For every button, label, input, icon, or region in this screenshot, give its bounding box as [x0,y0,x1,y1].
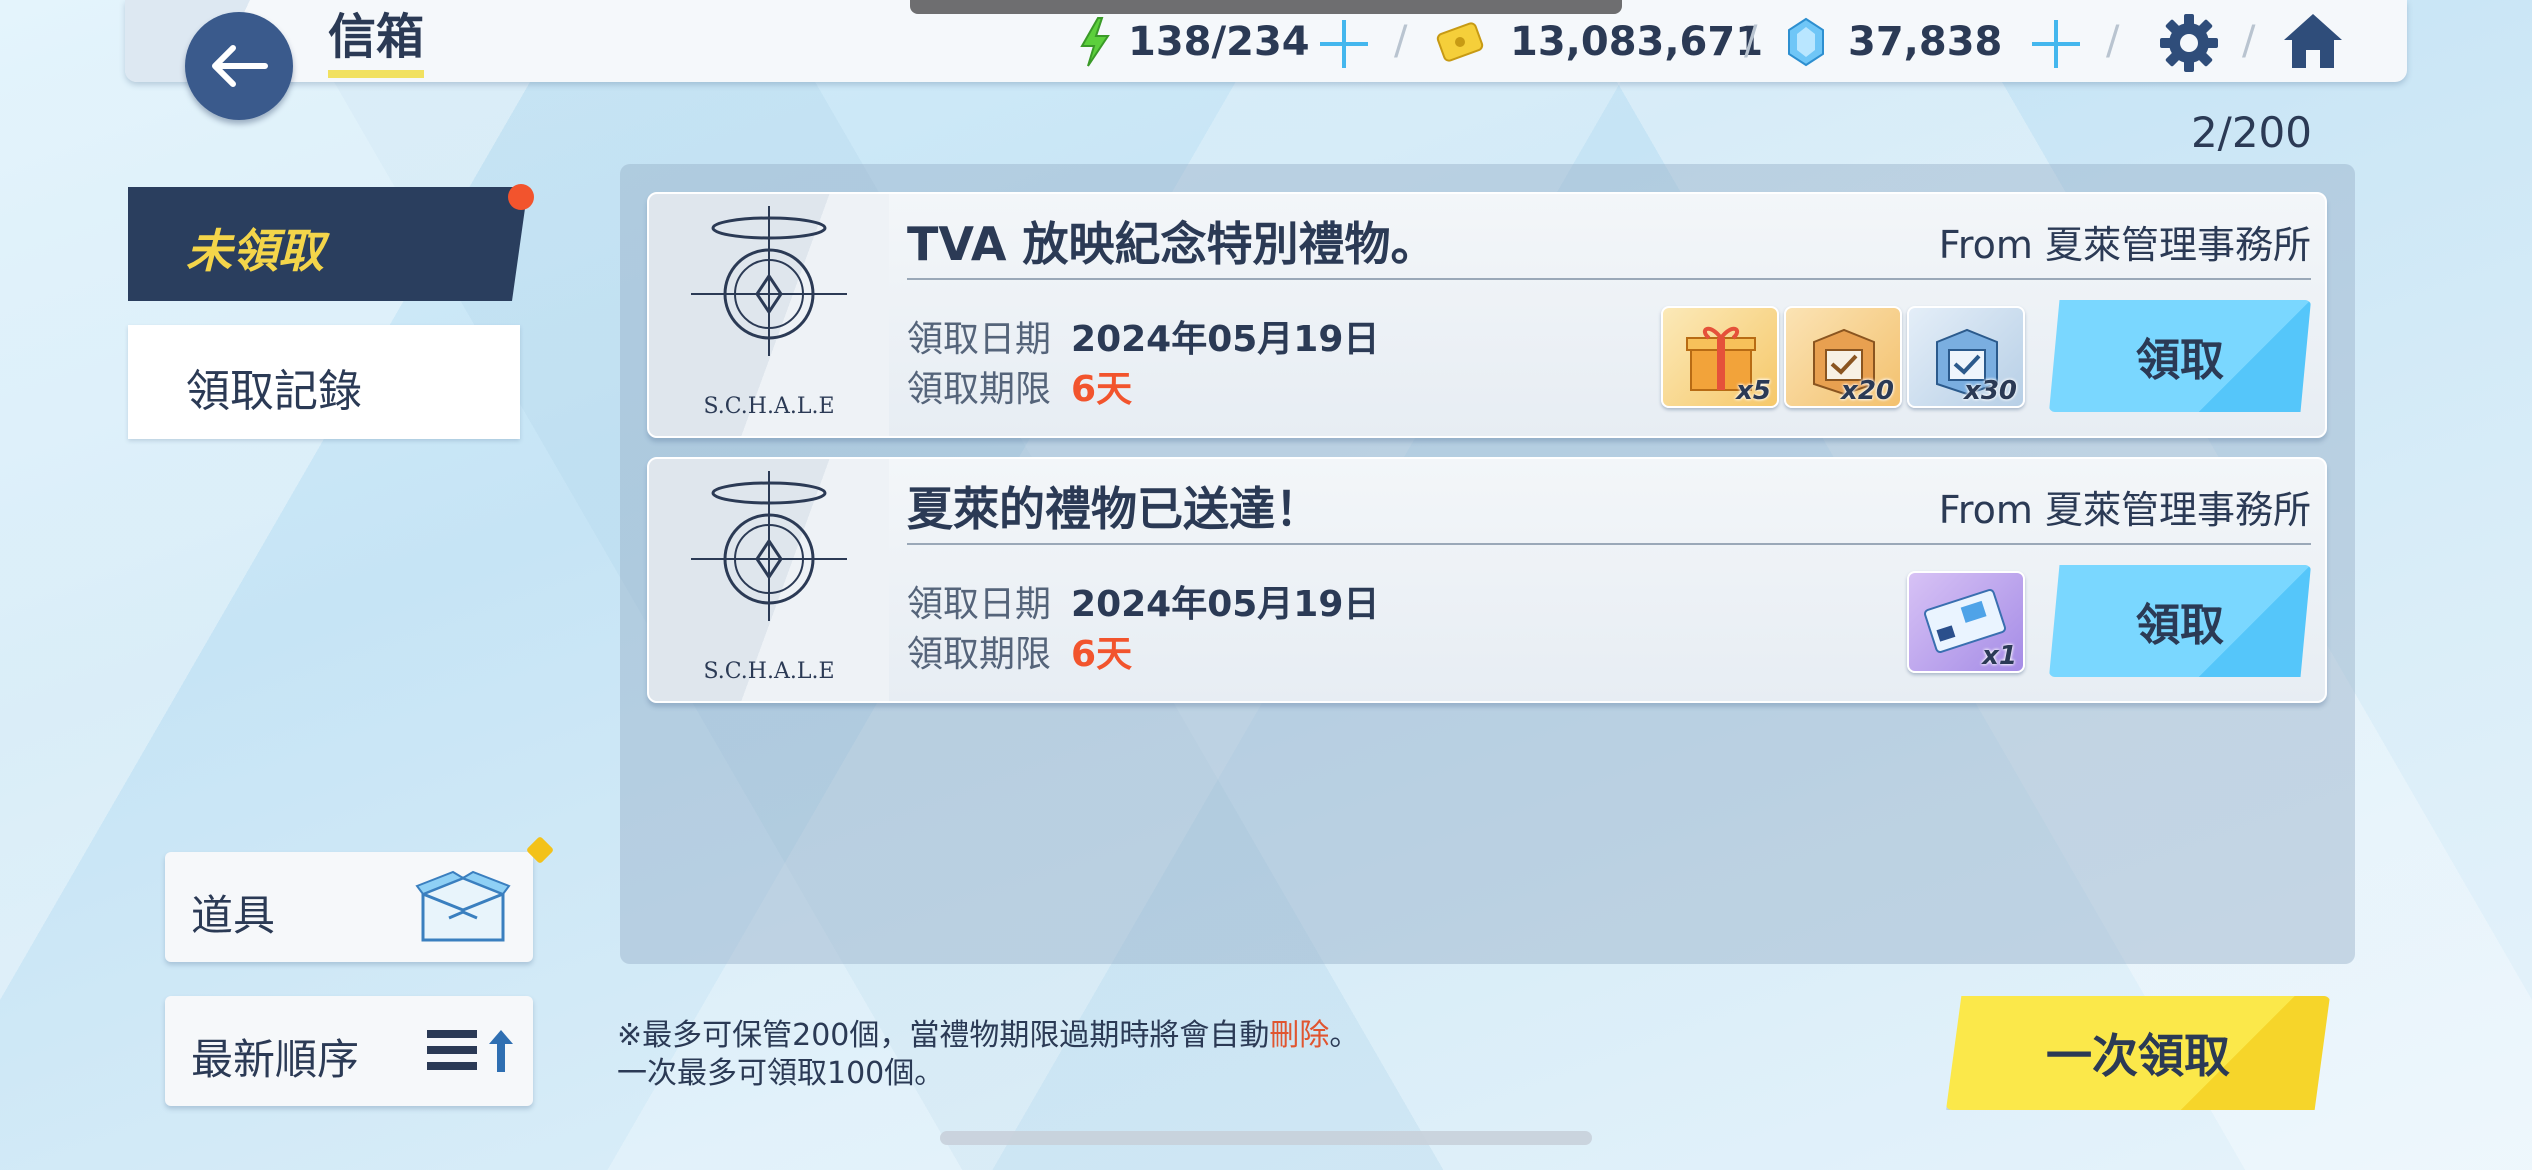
gear-icon [2160,14,2218,72]
logo-text: S.C.H.A.L.E [703,394,835,419]
mail-sender: From 夏萊管理事務所 [1938,488,2311,532]
divider [907,278,2311,280]
claim-date-value: 2024年05月19日 [1071,319,1380,360]
sort-button[interactable]: 最新順序 [165,996,533,1106]
mail-title: TVA 放映紀念特別禮物。 [907,217,1437,271]
claim-button[interactable]: 領取 [2049,565,2311,677]
sort-ascending-icon [427,1030,513,1072]
add-pyroxene-button[interactable] [2032,20,2080,68]
claim-date-label: 領取日期 [907,319,1052,360]
stamina-value: 138/234 [1128,19,1310,65]
claim-date-value: 2024年05月19日 [1071,584,1380,625]
back-button[interactable] [185,12,293,120]
credit-card-icon [1436,22,1484,62]
tab-claim-history-label: 領取記錄 [186,366,362,417]
schale-emblem-icon [691,471,847,621]
mail-sender: From 夏萊管理事務所 [1938,223,2311,267]
reward-qty: x1 [1982,641,2017,671]
reward-item[interactable]: x5 [1661,306,1779,408]
pyroxene-display: 37,838 [1786,14,2002,70]
home-button[interactable] [2280,10,2346,76]
claim-button[interactable]: 領取 [2049,300,2311,412]
schale-logo: S.C.H.A.L.E [649,194,889,436]
arrow-left-icon [212,45,268,87]
open-box-icon [415,870,511,942]
schale-emblem-icon [691,206,847,356]
reward-item[interactable]: x30 [1907,306,2025,408]
storage-note-end: 。 [1329,1018,1360,1053]
items-filter-label: 道具 [191,891,276,940]
expire-row: 領取期限 6天 [907,360,1132,412]
mail-card: S.C.H.A.L.E TVA 放映紀念特別禮物。 From 夏萊管理事務所 領… [647,192,2327,438]
divider: / [1394,18,1408,64]
mail-counter: 2/200 [2190,108,2312,157]
expire-label: 領取期限 [907,369,1052,410]
divider: / [2106,18,2120,64]
claim-date-row: 領取日期 2024年05月19日 [907,310,1379,362]
lightning-icon [1080,17,1110,67]
credits-display: 13,083,671 [1436,14,1763,70]
schale-logo: S.C.H.A.L.E [649,459,889,701]
credits-value: 13,083,671 [1510,19,1764,65]
page-title: 信箱 [328,6,425,78]
delete-word: 刪除 [1269,1018,1330,1053]
reward-qty: x20 [1841,376,1894,406]
divider: / [1744,18,1758,64]
home-icon [2284,14,2342,68]
stamina-display: 138/234 [1078,14,1310,70]
divider [907,543,2311,545]
notification-dot [508,184,534,210]
sort-label: 最新順序 [191,1035,360,1084]
claim-all-button[interactable]: 一次領取 [1946,996,2330,1110]
reward-qty: x30 [1964,376,2017,406]
items-filter-button[interactable]: 道具 [165,852,533,962]
top-status-handle [910,0,1622,14]
expire-value: 6天 [1071,634,1133,675]
claim-date-row: 領取日期 2024年05月19日 [907,575,1379,627]
pyroxene-value: 37,838 [1848,19,2003,65]
tab-claim-history[interactable]: 領取記錄 [128,325,520,439]
claim-date-label: 領取日期 [907,584,1052,625]
expire-row: 領取期限 6天 [907,625,1132,677]
claim-limit-note: 一次最多可領取100個。 [617,1056,945,1091]
home-indicator [940,1131,1592,1145]
expire-label: 領取期限 [907,634,1052,675]
tab-unclaimed-label: 未領取 [186,224,324,278]
settings-button[interactable] [2158,12,2220,78]
divider: / [2242,18,2256,64]
mail-title: 夏萊的禮物已送達！ [907,482,1321,536]
add-stamina-button[interactable] [1320,20,1368,68]
tab-unclaimed[interactable]: 未領取 [128,187,528,301]
logo-text: S.C.H.A.L.E [703,659,835,684]
reward-item[interactable]: x20 [1784,306,1902,408]
mail-card: S.C.H.A.L.E 夏萊的禮物已送達！ From 夏萊管理事務所 領取日期 … [647,457,2327,703]
reward-qty: x5 [1736,376,1771,406]
expire-value: 6天 [1071,369,1133,410]
reward-item[interactable]: x1 [1907,571,2025,673]
pyroxene-gem-icon [1788,17,1824,67]
